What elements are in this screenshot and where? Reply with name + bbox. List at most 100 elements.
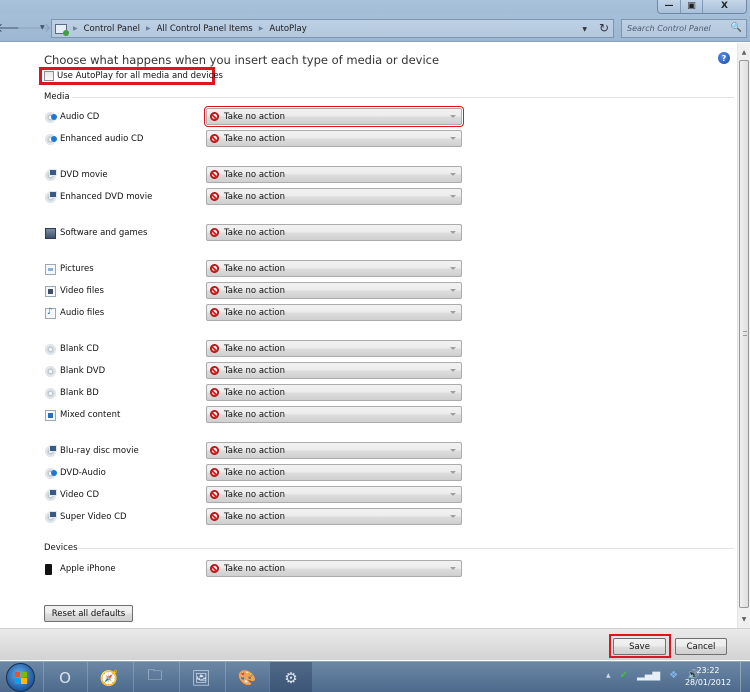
no-action-icon xyxy=(210,446,219,455)
taskbar-app-explorer[interactable]: 🗀 xyxy=(133,662,176,692)
media-type-label: DVD movie xyxy=(45,168,108,182)
breadcrumb-autoplay[interactable]: AutoPlay xyxy=(269,24,306,34)
paint-palette-icon: 🎨 xyxy=(237,668,257,687)
chevron-down-icon xyxy=(450,493,456,496)
taskbar-app-photo-viewer[interactable]: 🖼 xyxy=(179,662,222,692)
action-dropdown[interactable]: Take no action xyxy=(206,260,462,277)
recent-pages-dropdown[interactable]: ▼ xyxy=(40,24,45,31)
media-type-text: Audio CD xyxy=(60,112,100,122)
iphone-icon xyxy=(45,563,52,575)
maximize-button[interactable]: ▣ xyxy=(680,0,702,13)
media-type-text: Blank CD xyxy=(60,344,99,354)
save-button[interactable]: Save xyxy=(613,638,666,655)
action-dropdown[interactable]: Take no action xyxy=(206,486,462,503)
network-shield-icon[interactable]: ✔ xyxy=(620,670,628,681)
blank-disc-icon xyxy=(45,387,56,399)
show-hidden-icons-button[interactable]: ▲ xyxy=(606,672,611,679)
blank-disc-icon xyxy=(45,343,56,355)
dropbox-icon[interactable]: ❖ xyxy=(669,670,678,681)
action-dropdown[interactable]: Take no action xyxy=(206,508,462,525)
reset-all-defaults-button[interactable]: Reset all defaults xyxy=(44,605,133,622)
breadcrumb-all-items[interactable]: All Control Panel Items xyxy=(157,24,253,34)
clock-time: 23:22 xyxy=(696,666,720,675)
action-dropdown[interactable]: Take no action xyxy=(206,224,462,241)
breadcrumb-separator-icon[interactable]: ▶ xyxy=(146,25,151,32)
dropdown-selected-value: Take no action xyxy=(224,169,285,180)
no-action-icon xyxy=(210,286,219,295)
breadcrumb-separator-icon[interactable]: ▶ xyxy=(259,25,264,32)
no-action-icon xyxy=(210,344,219,353)
autoplay-checkbox-label[interactable]: Use AutoPlay for all media and devices xyxy=(57,71,223,81)
navigation-bar: 🡐 🡒 ▼ ▶ Control Panel ▶ All Control Pane… xyxy=(0,14,750,42)
chevron-down-icon xyxy=(450,289,456,292)
action-dropdown[interactable]: Take no action xyxy=(204,106,464,127)
address-dropdown-icon[interactable]: ▼ xyxy=(582,26,587,33)
dropdown-selected-value: Take no action xyxy=(224,467,285,478)
taskbar-app-paint[interactable]: 🎨 xyxy=(225,662,268,692)
minimize-button[interactable]: — xyxy=(658,0,680,13)
pictures-icon xyxy=(45,263,56,275)
action-dropdown[interactable]: Take no action xyxy=(206,464,462,481)
mixed-content-icon xyxy=(45,409,56,421)
start-button[interactable] xyxy=(6,663,35,692)
media-type-text: Software and games xyxy=(60,228,148,238)
action-dropdown[interactable]: Take no action xyxy=(206,442,462,459)
no-action-icon xyxy=(210,134,219,143)
video-files-icon xyxy=(45,285,56,297)
address-bar[interactable]: ▶ Control Panel ▶ All Control Panel Item… xyxy=(51,19,614,38)
scroll-up-button[interactable]: ▲ xyxy=(738,45,750,59)
action-dropdown[interactable]: Take no action xyxy=(206,304,462,321)
dropdown-selected-value: Take no action xyxy=(224,307,285,318)
media-type-label: Super Video CD xyxy=(45,510,127,524)
action-dropdown[interactable]: Take no action xyxy=(206,362,462,379)
breadcrumb-separator-icon[interactable]: ▶ xyxy=(73,25,78,32)
dropdown-selected-value: Take no action xyxy=(224,191,285,202)
no-action-icon xyxy=(210,388,219,397)
search-box[interactable]: 🔍 xyxy=(621,19,747,38)
signal-strength-icon[interactable]: ▂▄▆ xyxy=(637,670,660,681)
action-dropdown[interactable]: Take no action xyxy=(206,282,462,299)
chevron-down-icon xyxy=(450,369,456,372)
no-action-icon xyxy=(210,410,219,419)
action-dropdown[interactable]: Take no action xyxy=(206,166,462,183)
audio-cd-icon xyxy=(45,111,57,123)
media-type-label: Audio files xyxy=(45,306,104,320)
media-type-label: DVD-Audio xyxy=(45,466,106,480)
no-action-icon xyxy=(210,170,219,179)
taskbar-app-safari[interactable]: 🧭 xyxy=(87,662,130,692)
search-input[interactable] xyxy=(627,24,727,33)
dropdown-selected-value: Take no action xyxy=(224,133,285,144)
autoplay-checkbox[interactable] xyxy=(44,71,54,81)
taskbar-app-control-panel[interactable]: ⚙ xyxy=(269,662,312,692)
action-dropdown[interactable]: Take no action xyxy=(206,130,462,147)
show-desktop-button[interactable] xyxy=(740,662,750,692)
close-button[interactable]: X xyxy=(702,0,746,13)
no-action-icon xyxy=(210,192,219,201)
no-action-icon xyxy=(210,490,219,499)
action-dropdown[interactable]: Take no action xyxy=(206,188,462,205)
dropdown-selected-value: Take no action xyxy=(224,365,285,376)
refresh-icon[interactable]: ↻ xyxy=(599,21,609,35)
clock[interactable]: 23:22 28/01/2012 xyxy=(684,665,732,689)
help-icon[interactable]: ? xyxy=(718,52,730,64)
media-type-text: Mixed content xyxy=(60,410,121,420)
taskbar-app-opera[interactable]: O xyxy=(43,662,86,692)
action-dropdown[interactable]: Take no action xyxy=(206,384,462,401)
dvd-movie-icon xyxy=(45,168,57,181)
scroll-down-button[interactable]: ▼ xyxy=(738,612,750,626)
media-type-text: DVD-Audio xyxy=(60,468,106,478)
media-type-label: Blu-ray disc movie xyxy=(45,444,139,458)
breadcrumb-control-panel[interactable]: Control Panel xyxy=(84,24,140,34)
vertical-scrollbar[interactable]: ▲ ▼ xyxy=(737,43,750,628)
action-dropdown[interactable]: Take no action xyxy=(206,340,462,357)
dvd-movie-icon xyxy=(45,488,57,501)
action-dropdown[interactable]: Take no action xyxy=(206,406,462,423)
cancel-button[interactable]: Cancel xyxy=(675,638,727,655)
title-bar: — ▣ X xyxy=(0,0,750,14)
scrollbar-thumb[interactable] xyxy=(739,60,749,608)
dropdown-selected-value: Take no action xyxy=(224,445,285,456)
no-action-icon xyxy=(210,308,219,317)
dvd-movie-icon xyxy=(45,190,57,203)
action-dropdown[interactable]: Take no action xyxy=(206,560,462,577)
search-icon[interactable]: 🔍 xyxy=(731,23,742,33)
